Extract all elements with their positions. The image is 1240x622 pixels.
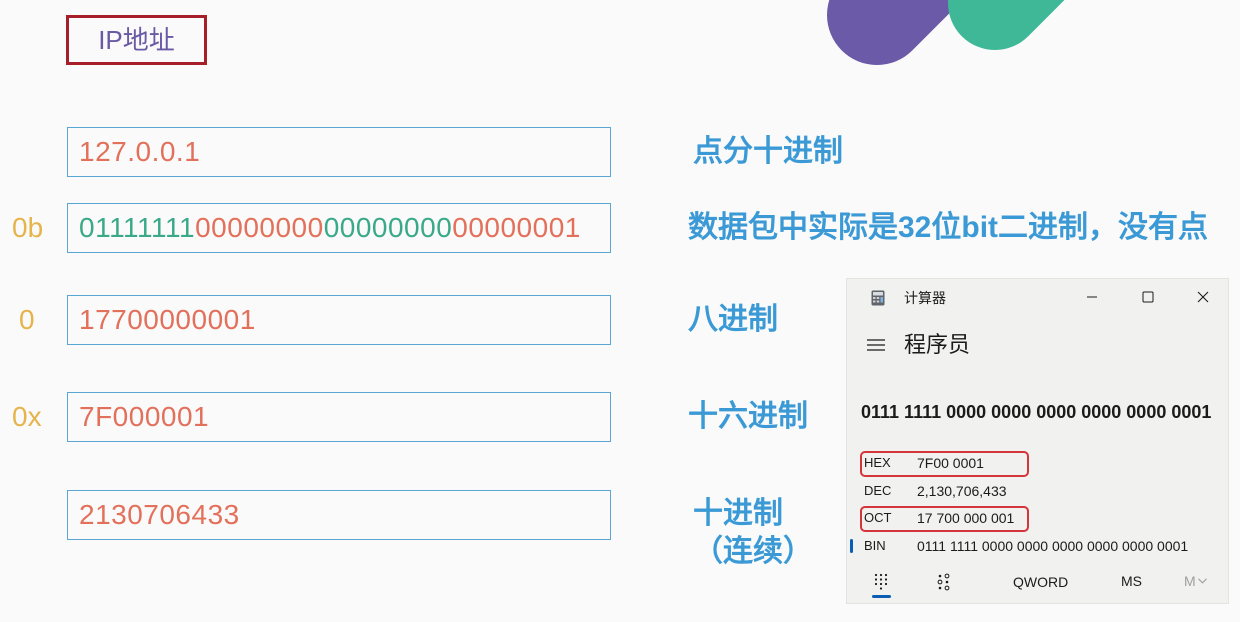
radix-value-bin: 0111 1111 0000 0000 0000 0000 0000 0001 <box>917 538 1189 554</box>
radix-value-dec: 2,130,706,433 <box>917 483 1007 499</box>
memory-list-button[interactable]: M <box>1184 572 1207 590</box>
radix-label-oct: OCT <box>864 510 892 525</box>
octal-box: 17700000001 <box>67 295 611 345</box>
decimal-box: 2130706433 <box>67 490 611 540</box>
calculator-icon <box>871 290 885 306</box>
radix-row-dec[interactable]: DEC 2,130,706,433 <box>847 478 1228 504</box>
binary-octet-1: 01111111 <box>79 212 196 243</box>
radix-value-oct: 17 700 000 001 <box>917 510 1015 526</box>
hex-label: 十六进制 <box>688 400 808 433</box>
binary-label: 数据包中实际是32位bit二进制，没有点 <box>688 211 1209 244</box>
octal-value: 17700000001 <box>79 304 256 335</box>
memory-store-button[interactable]: MS <box>1121 572 1142 590</box>
decorative-green-stripe <box>948 0 1065 50</box>
dotted-decimal-value: 127.0.0.1 <box>79 136 201 167</box>
binary-octet-4: 00000001 <box>452 212 581 243</box>
minimize-button[interactable] <box>1077 285 1107 309</box>
binary-prefix: 0b <box>12 212 44 243</box>
close-icon <box>1197 291 1209 303</box>
window-title: 计算器 <box>904 290 946 306</box>
radix-label-dec: DEC <box>864 483 892 498</box>
binary-octet-3: 00000000 <box>323 212 453 243</box>
hex-box: 7F000001 <box>67 392 611 442</box>
calculator-window: 计算器 程序员 0111 1111 0000 0000 0000 0000 00… <box>846 278 1229 604</box>
selected-radix-indicator <box>850 539 853 553</box>
decimal-label-note: （连续） <box>693 535 813 568</box>
radix-value-hex: 7F00 0001 <box>917 455 984 471</box>
word-size-button[interactable]: QWORD <box>1013 573 1068 591</box>
decimal-value: 2130706433 <box>79 499 240 530</box>
binary-octet-2: 00000000 <box>195 212 324 243</box>
radix-label-hex: HEX <box>864 455 891 470</box>
active-keypad-indicator <box>872 595 891 598</box>
slide-title: IP地址 <box>98 25 175 55</box>
bit-toggling-keypad-button[interactable] <box>932 570 956 594</box>
close-button[interactable] <box>1188 285 1218 309</box>
minimize-icon <box>1087 296 1097 298</box>
keypad-icon <box>874 573 888 590</box>
decimal-label: 十进制 <box>693 497 783 530</box>
chevron-down-icon <box>1197 578 1207 584</box>
octal-label: 八进制 <box>688 303 778 336</box>
calculator-mode-title: 程序员 <box>904 332 971 357</box>
hex-prefix: 0x <box>12 401 42 432</box>
radix-row-hex[interactable]: HEX 7F00 0001 <box>847 450 1228 477</box>
dotted-decimal-label: 点分十进制 <box>693 135 843 168</box>
radix-row-bin[interactable]: BIN 0111 1111 0000 0000 0000 0000 0000 0… <box>847 533 1228 559</box>
dotted-decimal-box: 127.0.0.1 <box>67 127 611 177</box>
bit-toggling-keypad-icon <box>937 573 950 591</box>
maximize-icon <box>1142 291 1154 303</box>
memory-list-label: M <box>1184 573 1196 589</box>
navigation-menu-button[interactable] <box>865 334 887 356</box>
binary-box: 01111111000000000000000000000001 <box>67 203 611 253</box>
binary-value: 01111111000000000000000000000001 <box>79 212 581 244</box>
maximize-button[interactable] <box>1133 285 1163 309</box>
radix-row-oct[interactable]: OCT 17 700 000 001 <box>847 505 1228 532</box>
octal-prefix: 0 <box>19 304 35 335</box>
hamburger-menu-icon <box>867 339 885 351</box>
slide-title-box: IP地址 <box>66 15 207 65</box>
hex-value: 7F000001 <box>79 401 210 432</box>
slide: IP地址 127.0.0.1 点分十进制 0b 0111111100000000… <box>0 0 1240 622</box>
calculator-display: 0111 1111 0000 0000 0000 0000 0000 0001 <box>861 402 1212 422</box>
full-keypad-button[interactable] <box>869 570 893 594</box>
radix-label-bin: BIN <box>864 538 886 553</box>
